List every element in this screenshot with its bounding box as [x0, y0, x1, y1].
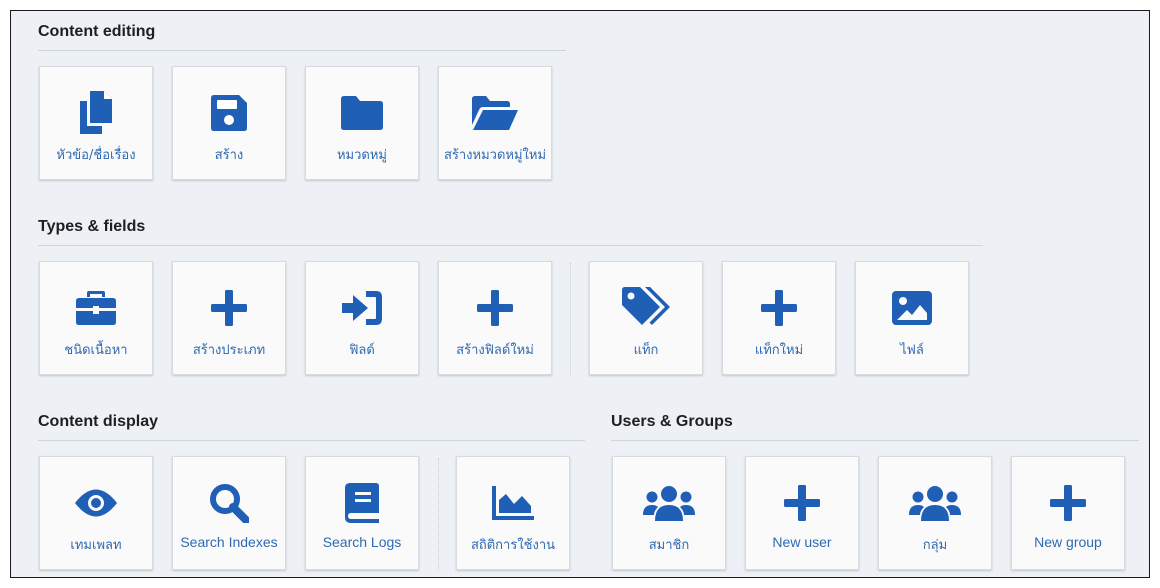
tile-label: New user [772, 534, 832, 550]
tile-label: สถิติการใช้งาน [470, 538, 556, 553]
tile-search-indexes[interactable]: Search Indexes [172, 456, 286, 570]
users-icon [879, 481, 991, 525]
save-icon [173, 91, 285, 135]
tile-label: แท็ก [633, 343, 659, 358]
tile-create-field[interactable]: สร้างฟิลด์ใหม่ [438, 261, 552, 375]
tile-group-separator [438, 458, 439, 570]
folder-open-icon [439, 91, 551, 135]
tile-create-type[interactable]: สร้างประเภท [172, 261, 286, 375]
tile-label: หมวดหมู่ [336, 148, 388, 163]
tile-usage-statistics[interactable]: สถิติการใช้งาน [456, 456, 570, 570]
tile-label: เทมเพลท [70, 538, 122, 553]
tile-label: สร้าง [214, 148, 244, 163]
sign-in-icon [306, 286, 418, 330]
folder-icon [306, 91, 418, 135]
image-icon [856, 286, 968, 330]
tile-label: Search Indexes [180, 534, 278, 550]
tags-icon [590, 286, 702, 330]
users-icon [613, 481, 725, 525]
section-title-users-groups: Users & Groups [611, 413, 733, 430]
tile-label: กลุ่ม [922, 538, 948, 553]
tile-search-logs[interactable]: Search Logs [305, 456, 419, 570]
toolbox-icon [40, 286, 152, 330]
tile-label: ฟิลด์ [349, 343, 375, 358]
tile-label: สร้างหมวดหมู่ใหม่ [443, 148, 547, 163]
tile-create[interactable]: สร้าง [172, 66, 286, 180]
tile-label: หัวข้อ/ชื่อเรื่อง [56, 148, 136, 163]
dashboard-panel: Content editing หัวข้อ/ชื่อเรื่อง สร้าง [10, 10, 1150, 578]
section-divider [38, 50, 566, 51]
tile-new-group[interactable]: New group [1011, 456, 1125, 570]
section-divider [38, 245, 983, 246]
tile-titles[interactable]: หัวข้อ/ชื่อเรื่อง [39, 66, 153, 180]
plus-icon [723, 286, 835, 330]
tile-members[interactable]: สมาชิก [612, 456, 726, 570]
plus-icon [746, 481, 858, 525]
tile-label: New group [1034, 534, 1102, 550]
eye-icon [40, 481, 152, 525]
tile-label: ชนิดเนื้อหา [64, 343, 128, 358]
tile-label: Search Logs [322, 534, 402, 550]
tile-categories[interactable]: หมวดหมู่ [305, 66, 419, 180]
tile-groups[interactable]: กลุ่ม [878, 456, 992, 570]
plus-icon [1012, 481, 1124, 525]
tile-templates[interactable]: เทมเพลท [39, 456, 153, 570]
tile-fields[interactable]: ฟิลด์ [305, 261, 419, 375]
tile-new-user[interactable]: New user [745, 456, 859, 570]
section-title-content-editing: Content editing [38, 23, 156, 40]
tile-label: ไฟล์ [900, 343, 924, 358]
section-divider [38, 440, 585, 441]
section-title-content-display: Content display [38, 413, 159, 430]
area-chart-icon [457, 481, 569, 525]
tile-label: แท็กใหม่ [754, 343, 804, 358]
book-icon [306, 481, 418, 525]
tile-new-category[interactable]: สร้างหมวดหมู่ใหม่ [438, 66, 552, 180]
tile-group-separator [570, 263, 571, 375]
tile-new-tag[interactable]: แท็กใหม่ [722, 261, 836, 375]
tile-files[interactable]: ไฟล์ [855, 261, 969, 375]
plus-icon [439, 286, 551, 330]
tile-tags[interactable]: แท็ก [589, 261, 703, 375]
section-divider [611, 440, 1139, 441]
plus-icon [173, 286, 285, 330]
search-icon [173, 481, 285, 525]
tile-label: สมาชิก [648, 538, 690, 553]
tile-label: สร้างฟิลด์ใหม่ [456, 343, 534, 358]
section-title-types-fields: Types & fields [38, 218, 146, 235]
copy-icon [40, 91, 152, 135]
tile-content-types[interactable]: ชนิดเนื้อหา [39, 261, 153, 375]
tile-label: สร้างประเภท [192, 343, 266, 358]
